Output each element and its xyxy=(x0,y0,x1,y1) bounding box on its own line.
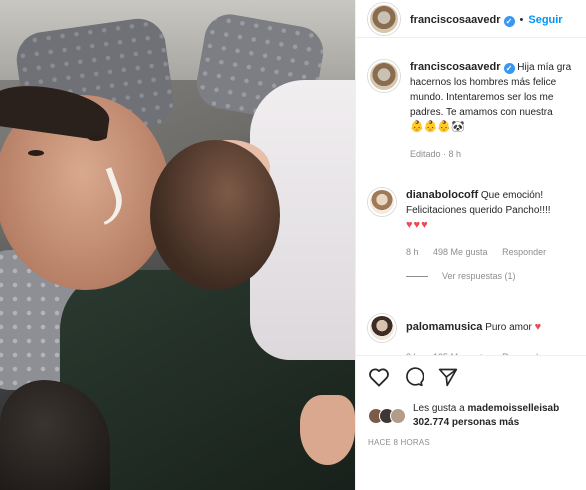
likes-prefix: Les gusta a xyxy=(413,403,465,414)
caption-avatar[interactable] xyxy=(368,60,400,92)
photo-baby-hand xyxy=(300,395,355,465)
caption-line-4: padres. Te amamos con nuestra xyxy=(410,107,553,118)
verified-badge-icon: ✓ xyxy=(503,63,515,74)
comment-item: dianabolocoff Que emoción! Felicitacione… xyxy=(368,188,586,281)
header-separator: • xyxy=(519,13,524,26)
share-icon[interactable] xyxy=(438,367,458,392)
likes-count[interactable]: 302.774 personas más xyxy=(413,417,519,428)
comment-time: 8 h xyxy=(406,247,419,257)
caption-meta: Editado · 8 h xyxy=(410,149,462,159)
comment-line-1: Puro amor xyxy=(485,322,532,333)
caption-emojis: 👶👶👶🐼 xyxy=(410,121,465,133)
comment-line-1: Que emoción! xyxy=(480,190,544,201)
verified-badge-icon: ✓ xyxy=(503,15,515,27)
comment-likes[interactable]: 498 Me gusta xyxy=(433,247,488,257)
commenter-avatar[interactable] xyxy=(368,188,396,216)
comment-line-2: Felicitaciones querido Pancho!!!! xyxy=(406,205,551,216)
caption-text: franciscosaavedr ✓ Hija mía gra hacernos … xyxy=(410,60,586,162)
likes-text: Les gusta a mademoisselleisab 302.774 pe… xyxy=(413,402,559,430)
comment-reply-button[interactable]: Responder xyxy=(502,247,546,257)
action-icons xyxy=(368,366,575,392)
likes-user[interactable]: mademoisselleisab xyxy=(468,403,560,414)
caption-line-2: hacernos los hombres más felice xyxy=(410,77,557,88)
author-name-wrap: franciscosaavedr ✓ • Seguir xyxy=(410,10,563,28)
liker-avatars[interactable] xyxy=(368,408,406,424)
commenter-avatar[interactable] xyxy=(368,314,396,342)
author-username[interactable]: franciscosaavedr xyxy=(410,14,501,26)
post-side-panel: franciscosaavedr ✓ • Seguir franciscosaaved… xyxy=(355,0,586,490)
comment-icon[interactable] xyxy=(404,366,425,392)
author-avatar[interactable] xyxy=(368,2,400,35)
heart-icon[interactable] xyxy=(368,367,390,392)
liker-avatar xyxy=(390,408,406,424)
commenter-username[interactable]: dianabolocoff xyxy=(406,189,478,201)
comment-heart-icon: ♥ xyxy=(534,321,543,333)
caption-line-1: Hija mía gra xyxy=(517,62,572,73)
comment-text: dianabolocoff Que emoción! Felicitacione… xyxy=(406,188,551,233)
photo-baby-head xyxy=(150,140,280,290)
post-actions: Les gusta a mademoisselleisab 302.774 pe… xyxy=(356,355,586,447)
post-time-ago[interactable]: HACE 8 HORAS xyxy=(368,438,575,447)
view-replies-label[interactable]: Ver respuestas (1) xyxy=(442,271,516,281)
caption-line-3: mundo. Intentaremos ser los me xyxy=(410,92,554,103)
photo-eye-left xyxy=(28,150,44,156)
photo-eye-right xyxy=(88,135,104,141)
comment-text: palomamusica Puro amor ♥ xyxy=(406,320,542,342)
follow-button[interactable]: Seguir xyxy=(528,14,562,26)
post-photo[interactable] xyxy=(0,0,355,490)
view-replies[interactable]: Ver respuestas (1) xyxy=(406,271,586,281)
comment-meta: 8 h 498 Me gusta Responder xyxy=(406,247,586,257)
caption: franciscosaavedr ✓ Hija mía gra hacernos … xyxy=(368,60,586,162)
replies-line xyxy=(406,275,428,277)
caption-username[interactable]: franciscosaavedr xyxy=(410,61,501,73)
post-header: franciscosaavedr ✓ • Seguir xyxy=(356,0,586,38)
comment-hearts: ♥♥♥ xyxy=(406,219,429,231)
likes-summary: Les gusta a mademoisselleisab 302.774 pe… xyxy=(368,402,575,430)
commenter-username[interactable]: palomamusica xyxy=(406,321,482,333)
